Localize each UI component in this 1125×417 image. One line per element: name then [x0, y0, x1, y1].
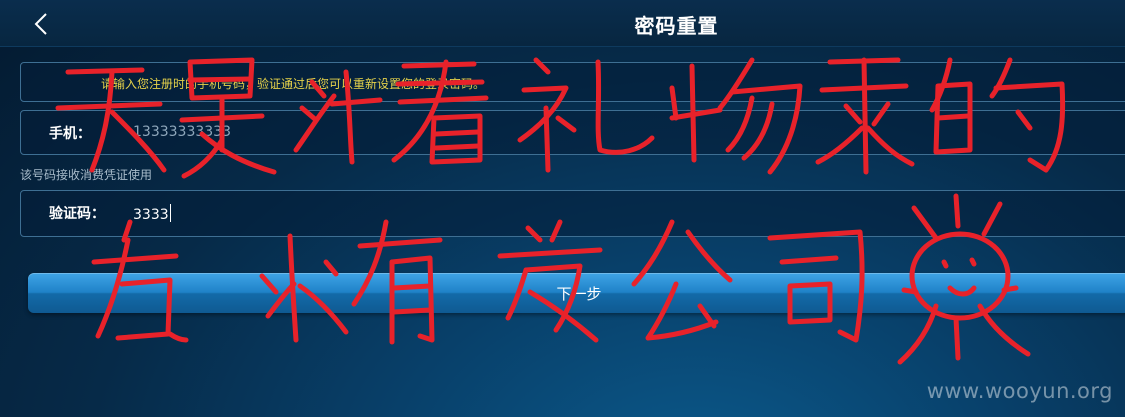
back-button[interactable]	[24, 8, 58, 40]
notice-text: 请输入您注册时的手机号码，验证通过后您可以重新设置您的登录密码。	[101, 77, 486, 91]
verification-code-value: 3333	[133, 207, 169, 223]
phone-hint: 该号码接收消费凭证使用	[20, 168, 153, 182]
phone-field[interactable]: 手机： 13333333333	[20, 110, 1125, 155]
notice-box: 请输入您注册时的手机号码，验证通过后您可以重新设置您的登录密码。	[20, 62, 1125, 102]
watermark: www.wooyun.org	[926, 379, 1113, 403]
header-bar: 密码重置	[0, 0, 1125, 47]
page-title: 密码重置	[634, 14, 719, 38]
text-caret	[169, 204, 171, 222]
phone-input[interactable]: 13333333333	[133, 124, 231, 140]
next-step-button[interactable]: 下一步	[28, 273, 1125, 313]
chevron-left-icon	[34, 13, 47, 35]
verification-code-input[interactable]: 3333	[133, 204, 171, 223]
verification-code-label: 验证码：	[49, 206, 105, 222]
phone-label: 手机：	[49, 126, 91, 142]
verification-code-field[interactable]: 验证码： 3333	[20, 190, 1125, 237]
